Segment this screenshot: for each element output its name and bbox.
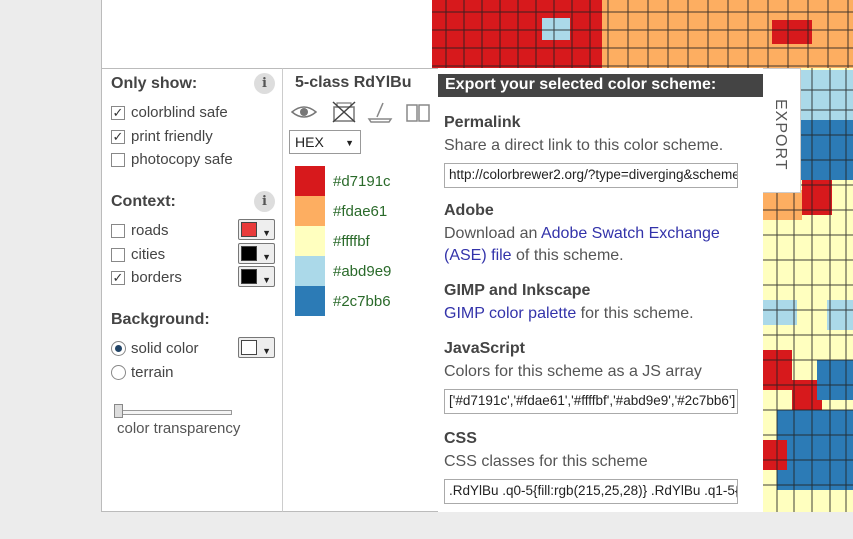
color-format-value: HEX bbox=[295, 134, 324, 150]
color-chip bbox=[295, 166, 325, 196]
chevron-down-icon: ▼ bbox=[262, 228, 271, 238]
scheme-title: 5-class RdYlBu bbox=[295, 74, 412, 91]
cities-color-picker[interactable]: ▼ bbox=[238, 243, 275, 264]
chevron-down-icon: ▼ bbox=[262, 346, 271, 356]
css-title: CSS bbox=[444, 430, 477, 447]
color-chip bbox=[295, 226, 325, 256]
permalink-title: Permalink bbox=[444, 114, 521, 131]
export-tab[interactable]: EXPORT bbox=[763, 68, 801, 193]
borders-color-picker[interactable]: ▼ bbox=[238, 266, 275, 287]
borders-label: borders bbox=[131, 269, 182, 286]
gimp-palette-link[interactable]: GIMP color palette bbox=[444, 305, 576, 322]
photocopy-safe-checkbox[interactable] bbox=[111, 152, 125, 167]
roads-checkbox[interactable] bbox=[111, 223, 125, 238]
transparency-slider-track[interactable] bbox=[115, 410, 232, 415]
roads-label: roads bbox=[131, 222, 169, 239]
eye-icon[interactable] bbox=[291, 101, 317, 123]
terrain-option[interactable]: terrain bbox=[111, 364, 174, 381]
photocopy-safe-label: photocopy safe bbox=[131, 151, 233, 168]
export-tab-label: EXPORT bbox=[772, 99, 789, 171]
borders-option[interactable]: ✓ borders bbox=[111, 269, 182, 286]
background-color-swatch bbox=[241, 340, 257, 355]
color-code[interactable]: #abd9e9 bbox=[333, 263, 391, 280]
solid-color-radio[interactable] bbox=[111, 341, 126, 356]
color-row[interactable]: #fdae61 bbox=[295, 196, 435, 226]
transparency-slider-handle[interactable] bbox=[114, 404, 123, 418]
borders-checkbox[interactable]: ✓ bbox=[111, 270, 125, 285]
colorblind-safe-option[interactable]: ✓ colorblind safe bbox=[111, 104, 228, 121]
cities-option[interactable]: cities bbox=[111, 246, 165, 263]
color-row[interactable]: #ffffbf bbox=[295, 226, 435, 256]
gimp-title: GIMP and Inkscape bbox=[444, 282, 591, 299]
chevron-down-icon: ▼ bbox=[345, 138, 354, 148]
adobe-desc-post: of this scheme. bbox=[511, 247, 624, 264]
gimp-desc: GIMP color palette for this scheme. bbox=[444, 303, 754, 325]
color-chip bbox=[295, 286, 325, 316]
javascript-array-field[interactable]: ['#d7191c','#fdae61','#ffffbf','#abd9e9'… bbox=[444, 389, 738, 414]
export-header: Export your selected color scheme: bbox=[438, 74, 763, 97]
laptop-icon[interactable] bbox=[367, 101, 393, 123]
terrain-label: terrain bbox=[131, 364, 174, 381]
color-format-select[interactable]: HEX ▼ bbox=[289, 130, 361, 154]
roads-color-picker[interactable]: ▼ bbox=[238, 219, 275, 240]
cities-label: cities bbox=[131, 246, 166, 263]
context-title: Context: bbox=[111, 193, 176, 210]
css-desc: CSS classes for this scheme bbox=[444, 453, 648, 470]
chevron-down-icon: ▼ bbox=[262, 252, 271, 262]
photocopy-safe-option[interactable]: photocopy safe bbox=[111, 151, 233, 168]
color-row[interactable]: #d7191c bbox=[295, 166, 435, 196]
roads-option[interactable]: roads bbox=[111, 222, 169, 239]
color-code[interactable]: #fdae61 bbox=[333, 203, 387, 220]
top-blank-area bbox=[101, 0, 432, 68]
solid-color-option[interactable]: solid color bbox=[111, 340, 199, 357]
roads-color-swatch bbox=[241, 222, 257, 237]
context-info-icon[interactable]: i bbox=[254, 191, 275, 212]
borders-color-swatch bbox=[241, 269, 257, 284]
export-panel: Export your selected color scheme: Perma… bbox=[438, 68, 763, 512]
cities-color-swatch bbox=[241, 246, 257, 261]
adobe-desc: Download an Adobe Swatch Exchange (ASE) … bbox=[444, 223, 754, 267]
color-row[interactable]: #2c7bb6 bbox=[295, 286, 435, 316]
background-title: Background: bbox=[111, 311, 210, 328]
print-friendly-option[interactable]: ✓ print friendly bbox=[111, 128, 213, 145]
only-show-title: Only show: bbox=[111, 75, 198, 92]
color-code[interactable]: #2c7bb6 bbox=[333, 293, 391, 310]
print-friendly-label: print friendly bbox=[131, 128, 213, 145]
color-row[interactable]: #abd9e9 bbox=[295, 256, 435, 286]
chevron-down-icon: ▼ bbox=[262, 275, 271, 285]
permalink-desc: Share a direct link to this color scheme… bbox=[444, 137, 724, 154]
javascript-desc: Colors for this scheme as a JS array bbox=[444, 363, 702, 380]
book-icon[interactable] bbox=[405, 101, 431, 123]
colorblind-safe-checkbox[interactable]: ✓ bbox=[111, 105, 125, 120]
color-code[interactable]: #d7191c bbox=[333, 173, 391, 190]
background-color-picker[interactable]: ▼ bbox=[238, 337, 275, 358]
color-chip bbox=[295, 196, 325, 226]
css-classes-field[interactable]: .RdYlBu .q0-5{fill:rgb(215,25,28)} .RdYl… bbox=[444, 479, 738, 504]
gimp-desc-post: for this scheme. bbox=[576, 305, 694, 322]
javascript-title: JavaScript bbox=[444, 340, 525, 357]
scheme-panel: 5-class RdYlBu HEX ▼ #d7191c #fdae61 #ff… bbox=[283, 68, 438, 512]
color-code[interactable]: #ffffbf bbox=[333, 233, 370, 250]
permalink-field[interactable]: http://colorbrewer2.org/?type=diverging&… bbox=[444, 163, 738, 188]
cities-checkbox[interactable] bbox=[111, 247, 125, 262]
copier-icon[interactable] bbox=[331, 101, 357, 123]
solid-color-label: solid color bbox=[131, 340, 199, 357]
only-show-info-icon[interactable]: i bbox=[254, 73, 275, 94]
colorblind-safe-label: colorblind safe bbox=[131, 104, 228, 121]
print-friendly-checkbox[interactable]: ✓ bbox=[111, 129, 125, 144]
adobe-title: Adobe bbox=[444, 202, 494, 219]
color-chip bbox=[295, 256, 325, 286]
filter-panel: Only show: i ✓ colorblind safe ✓ print f… bbox=[101, 68, 283, 512]
adobe-desc-pre: Download an bbox=[444, 225, 541, 242]
transparency-label: color transparency bbox=[117, 420, 241, 437]
terrain-radio[interactable] bbox=[111, 365, 126, 380]
